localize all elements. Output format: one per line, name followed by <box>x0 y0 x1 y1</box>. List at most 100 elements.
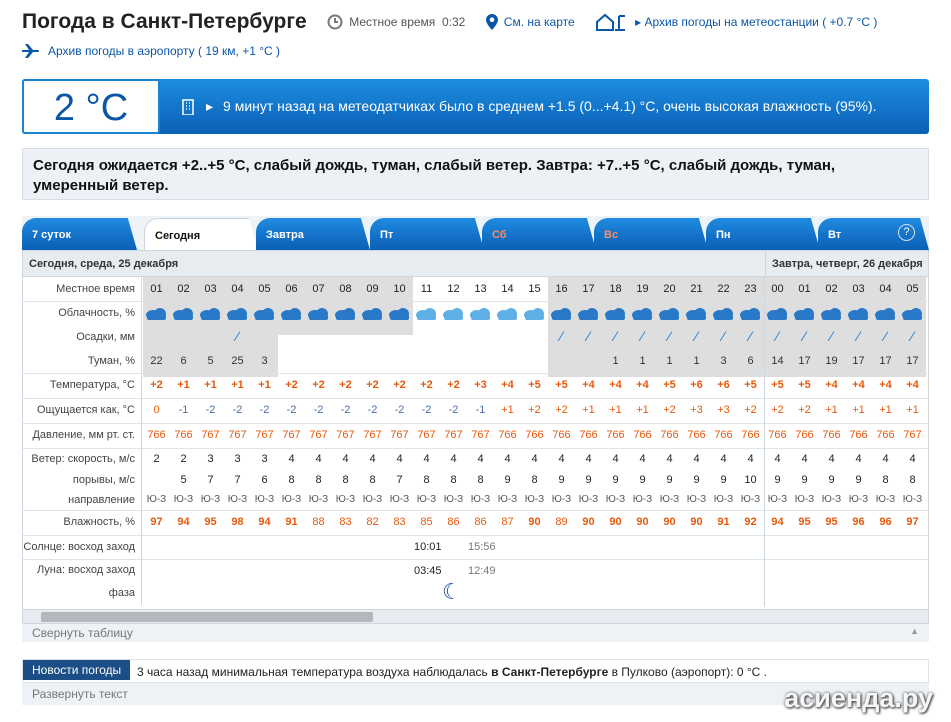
clock-icon <box>327 14 343 30</box>
forecast-table: Сегодня, среда, 25 декабря Завтра, четве… <box>22 250 929 624</box>
cell-temp: +4 <box>852 379 865 391</box>
cell-temp: +6 <box>717 379 730 391</box>
cell-pressure: 767 <box>444 429 463 441</box>
cloud-icon <box>470 308 490 320</box>
cell-humidity: 89 <box>555 516 568 528</box>
cloud-icon <box>740 308 760 320</box>
rain-drop-icon: ⁄ <box>587 328 590 344</box>
cell-fog: 1 <box>639 355 646 367</box>
cloud-icon <box>821 308 841 320</box>
map-pin-icon <box>485 14 498 30</box>
map-link-label: См. на карте <box>503 15 575 29</box>
cell-hours: 07 <box>312 283 325 295</box>
cell-feels: -1 <box>178 404 189 416</box>
cell-wind: 4 <box>396 453 403 465</box>
cloud-icon <box>578 308 598 320</box>
cloud-icon <box>551 308 571 320</box>
horizontal-scrollbar[interactable] <box>22 609 929 624</box>
cell-hours: 18 <box>609 283 622 295</box>
cell-feels: -2 <box>367 404 378 416</box>
cell-temp: +5 <box>771 379 784 391</box>
cell-pressure: 766 <box>633 429 652 441</box>
tab-7-days[interactable]: 7 суток <box>22 218 137 250</box>
cloud-icon <box>416 308 436 320</box>
archive-station-label: Архив погоды на метеостанции ( +0.7 °C ) <box>644 15 878 29</box>
map-link[interactable]: См. на карте <box>485 14 575 30</box>
cloud-icon <box>524 308 544 320</box>
cell-direction: Ю-З <box>875 494 896 505</box>
cell-direction: Ю-З <box>713 494 734 505</box>
cell-temp: +2 <box>393 379 406 391</box>
cell-gusts: 8 <box>477 474 484 486</box>
cell-humidity: 90 <box>636 516 649 528</box>
cell-fog <box>278 349 305 373</box>
cell-humidity: 97 <box>150 516 163 528</box>
cell-fog: 17 <box>798 355 811 367</box>
cell-hours: 02 <box>177 283 190 295</box>
tab-friday[interactable]: Пт <box>370 218 484 250</box>
row-label-fog: Туман, % <box>23 349 142 373</box>
tab-tomorrow[interactable]: Завтра <box>256 218 370 250</box>
cloud-icon <box>767 308 787 320</box>
cell-wind: 4 <box>504 453 511 465</box>
archive-station-link[interactable]: ▸ Архив погоды на метеостанции ( +0.7 °C… <box>595 13 877 31</box>
cell-wind: 4 <box>639 453 646 465</box>
cell-wind: 4 <box>747 453 754 465</box>
tab-today[interactable]: Сегодня <box>144 218 258 250</box>
tab-saturday[interactable]: Сб <box>482 218 596 250</box>
cell-pressure: 767 <box>282 429 301 441</box>
row-label-clouds: Облачность, % <box>23 301 142 325</box>
cell-feels: 0 <box>153 404 160 416</box>
cell-temp: +5 <box>528 379 541 391</box>
cell-fog: 17 <box>852 355 865 367</box>
cell-feels: +2 <box>555 404 568 416</box>
cell-pressure: 766 <box>606 429 625 441</box>
cell-temp: +3 <box>474 379 487 391</box>
cell-fog <box>359 349 386 373</box>
weather-news: Новости погоды 3 часа назад минимальная … <box>22 659 929 683</box>
tab-monday[interactable]: Пн <box>706 218 820 250</box>
building-icon <box>182 99 194 115</box>
tab-sunday[interactable]: Вс <box>594 218 708 250</box>
cell-wind: 4 <box>909 453 916 465</box>
cell-humidity: 90 <box>690 516 703 528</box>
rain-drop-icon: ⁄ <box>803 328 806 344</box>
cell-temp: +2 <box>285 379 298 391</box>
cell-hours: 04 <box>879 283 892 295</box>
cell-pressure: 766 <box>876 429 895 441</box>
cell-direction: Ю-З <box>902 494 923 505</box>
cell-fog <box>332 349 359 373</box>
news-button[interactable]: Новости погоды <box>23 660 131 680</box>
cell-direction: Ю-З <box>308 494 329 505</box>
cell-pressure: 766 <box>714 429 733 441</box>
cell-hours: 05 <box>258 283 271 295</box>
cell-pressure: 767 <box>471 429 490 441</box>
row-label-sun: Солнце: восход заход <box>23 535 142 559</box>
cell-direction: Ю-З <box>821 494 842 505</box>
cell-wind: 4 <box>882 453 889 465</box>
cell-feels: +1 <box>879 404 892 416</box>
cell-wind: 4 <box>288 453 295 465</box>
cell-temp: +4 <box>609 379 622 391</box>
cell-pressure: 767 <box>363 429 382 441</box>
cell-humidity: 86 <box>474 516 487 528</box>
archive-airport-link[interactable]: Архив погоды в аэропорту ( 19 км, +1 °C … <box>22 44 280 58</box>
cell-pressure: 767 <box>336 429 355 441</box>
cell-pressure: 766 <box>687 429 706 441</box>
cloud-icon <box>254 308 274 320</box>
cell-pressure: 767 <box>309 429 328 441</box>
row-label-wind: Ветер: скорость, м/с <box>23 448 142 470</box>
help-icon[interactable]: ? <box>898 224 915 241</box>
page-title: Погода в Санкт-Петербурге <box>22 10 307 33</box>
row-label-precip: Осадки, мм <box>23 325 142 349</box>
cell-temp: +5 <box>663 379 676 391</box>
cell-pressure: 766 <box>147 429 166 441</box>
cloud-icon <box>605 308 625 320</box>
collapse-table-link[interactable]: Свернуть таблицу ▲ <box>22 624 929 642</box>
sunset-time: 15:56 <box>468 541 496 553</box>
scrollbar-thumb[interactable] <box>41 612 373 622</box>
cloud-icon <box>146 308 166 320</box>
cell-humidity: 88 <box>312 516 325 528</box>
cell-temp: +2 <box>420 379 433 391</box>
cell-fog <box>305 349 332 373</box>
